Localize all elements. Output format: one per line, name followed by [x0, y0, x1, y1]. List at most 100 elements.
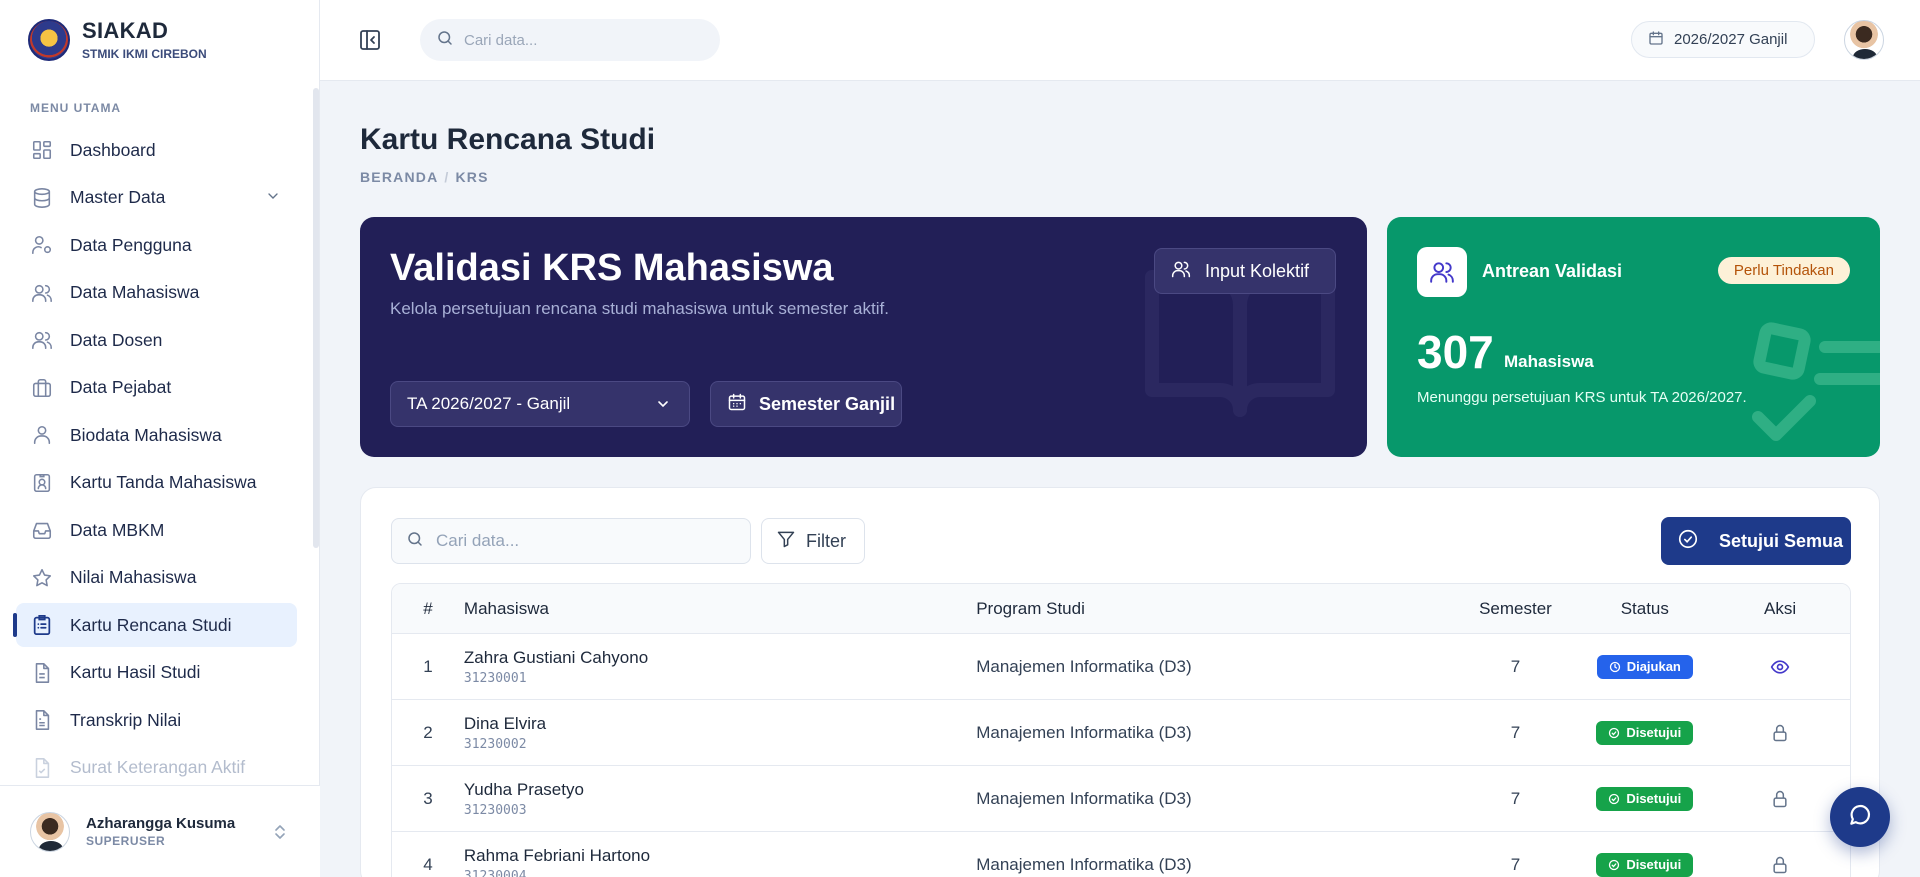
sidebar-item-kartu-hasil-studi[interactable]: Kartu Hasil Studi	[16, 651, 297, 695]
semester-value: 7	[1510, 788, 1521, 808]
status-cell: Diajukan	[1579, 654, 1710, 679]
brand-title: SIAKAD	[82, 18, 169, 43]
user-profile[interactable]: Azharangga Kusuma SUPERUSER	[0, 785, 320, 877]
action-needed-badge: Perlu Tindakan	[1717, 257, 1850, 284]
sidebar-item-label: Biodata Mahasiswa	[70, 424, 222, 445]
top-avatar[interactable]	[1844, 20, 1884, 60]
topbar: 2026/2027 Ganjil	[320, 0, 1920, 81]
users-icon	[1171, 259, 1191, 284]
sidebar-item-data-mbkm[interactable]: Data MBKM	[16, 508, 297, 552]
table-row[interactable]: 4 Rahma Febriani Hartono 31230004 Manajemen…	[392, 832, 1850, 877]
student-cell: Zahra Gustiani Cahyono 31230001	[464, 648, 976, 686]
sidebar-item-label: Data Pengguna	[70, 234, 192, 255]
semester-button[interactable]: Semester Ganjil	[710, 381, 902, 427]
sidebar-item-data-dosen[interactable]: Data Dosen	[16, 318, 297, 362]
breadcrumb-home[interactable]: BERANDA	[360, 169, 438, 185]
sidebar-item-master-data[interactable]: Master Data	[16, 176, 297, 220]
column-header-status[interactable]: Status	[1579, 599, 1710, 619]
sidebar: SIAKAD STMIK IKMI CIREBON MENU UTAMA Das…	[0, 0, 320, 877]
column-header-prodi[interactable]: Program Studi	[976, 599, 1451, 619]
sidebar-item-label: Data MBKM	[70, 519, 165, 540]
brand[interactable]: SIAKAD STMIK IKMI CIREBON	[28, 18, 207, 61]
sidebar-item-transkrip-nilai[interactable]: Transkrip Nilai	[16, 698, 297, 742]
star-icon	[30, 566, 54, 590]
chat-fab-button[interactable]	[1830, 787, 1890, 847]
filter-icon	[776, 529, 796, 554]
check-circle-icon	[1608, 793, 1620, 805]
study-program: Manajemen Informatika (D3)	[976, 788, 1192, 808]
semester-value: 7	[1510, 656, 1521, 676]
grid-icon	[30, 138, 54, 162]
chevron-down-icon	[265, 188, 281, 207]
filter-label: Filter	[806, 530, 846, 551]
academic-period-pill[interactable]: 2026/2027 Ganjil	[1631, 21, 1815, 58]
student-cell: Yudha Prasetyo 31230003	[464, 780, 976, 818]
global-search[interactable]	[420, 19, 720, 61]
input-kolektif-button[interactable]: Input Kolektif	[1154, 248, 1336, 294]
table-row[interactable]: 3 Yudha Prasetyo 31230003 Manajemen Informa…	[392, 766, 1850, 832]
file-check-icon	[30, 756, 54, 780]
sidebar-item-data-mahasiswa[interactable]: Data Mahasiswa	[16, 271, 297, 315]
sidebar-scrollbar[interactable]	[313, 88, 319, 548]
sidebar-item-nilai-mahasiswa[interactable]: Nilai Mahasiswa	[16, 556, 297, 600]
chevron-down-icon	[655, 396, 671, 417]
sidebar-toggle-icon[interactable]	[358, 28, 382, 52]
table-header: # Mahasiswa Program Studi Semester Statu…	[392, 584, 1850, 634]
validation-queue-card: Antrean Validasi Perlu Tindakan 307 Maha…	[1387, 217, 1880, 457]
sidebar-item-kartu-rencana-studi[interactable]: Kartu Rencana Studi	[13, 603, 297, 647]
sidebar-item-label: Dashboard	[70, 139, 156, 160]
sidebar-item-data-pejabat[interactable]: Data Pejabat	[16, 366, 297, 410]
user-role: SUPERUSER	[86, 834, 166, 848]
sidebar-item-kartu-tanda-mahasiswa[interactable]: Kartu Tanda Mahasiswa	[16, 461, 297, 505]
pending-unit: Mahasiswa	[1504, 352, 1594, 371]
table-search[interactable]	[391, 518, 751, 564]
eye-icon[interactable]	[1770, 657, 1790, 677]
users-icon	[30, 281, 54, 305]
column-header-semester[interactable]: Semester	[1452, 599, 1580, 619]
study-program: Manajemen Informatika (D3)	[976, 722, 1192, 742]
student-cell: Rahma Febriani Hartono 31230004	[464, 846, 976, 877]
database-icon	[30, 186, 54, 210]
action-cell	[1710, 855, 1850, 875]
sidebar-menu: Dashboard Master Data Data Pengguna Data Ma…	[13, 128, 297, 793]
clipboard-icon	[30, 613, 54, 637]
search-icon	[406, 530, 424, 553]
queue-title: Antrean Validasi	[1482, 261, 1623, 281]
table-search-input[interactable]	[436, 531, 736, 551]
hero-subtitle: Kelola persetujuan rencana studi mahasis…	[390, 299, 889, 318]
status-label: Diajukan	[1626, 659, 1681, 674]
sidebar-item-label: Kartu Tanda Mahasiswa	[70, 472, 257, 492]
sidebar-item-label: Master Data	[70, 187, 166, 207]
column-header-mahasiswa[interactable]: Mahasiswa	[464, 599, 976, 619]
users-icon	[30, 328, 54, 352]
global-search-input[interactable]	[464, 31, 694, 49]
input-kolektif-label: Input Kolektif	[1205, 260, 1310, 281]
lock-icon[interactable]	[1770, 855, 1790, 875]
table-row[interactable]: 1 Zahra Gustiani Cahyono 31230001 Manajemen…	[392, 634, 1850, 700]
student-cell: Dina Elvira 31230002	[464, 714, 976, 752]
semester-value: 7	[1510, 854, 1521, 874]
sidebar-item-surat-keterangan-aktif[interactable]: Surat Keterangan Aktif	[16, 746, 297, 790]
user-icon	[30, 423, 54, 447]
student-name: Zahra Gustiani Cahyono	[463, 647, 649, 667]
row-number: 1	[423, 656, 433, 676]
sidebar-item-label: Data Mahasiswa	[70, 282, 200, 302]
briefcase-icon	[30, 376, 54, 400]
file-text-icon	[30, 708, 54, 732]
breadcrumb: BERANDA / KRS	[360, 169, 489, 185]
sidebar-item-data-pengguna[interactable]: Data Pengguna	[16, 223, 297, 267]
sidebar-item-biodata-mahasiswa[interactable]: Biodata Mahasiswa	[16, 413, 297, 457]
action-cell	[1710, 723, 1850, 743]
table-row[interactable]: 2 Dina Elvira 31230002 Manajemen Informatik…	[392, 700, 1850, 766]
lock-icon[interactable]	[1770, 789, 1790, 809]
approve-all-button[interactable]: Setujui Semua	[1661, 517, 1851, 565]
student-name: Yudha Prasetyo	[463, 779, 584, 799]
breadcrumb-current: KRS	[455, 169, 489, 185]
filter-button[interactable]: Filter	[761, 518, 865, 564]
academic-year-select[interactable]: TA 2026/2027 - Ganjil	[390, 381, 690, 427]
sidebar-item-dashboard[interactable]: Dashboard	[16, 128, 297, 172]
action-cell	[1710, 657, 1850, 677]
study-program: Manajemen Informatika (D3)	[976, 656, 1192, 676]
lock-icon[interactable]	[1770, 723, 1790, 743]
college-logo	[28, 18, 70, 61]
